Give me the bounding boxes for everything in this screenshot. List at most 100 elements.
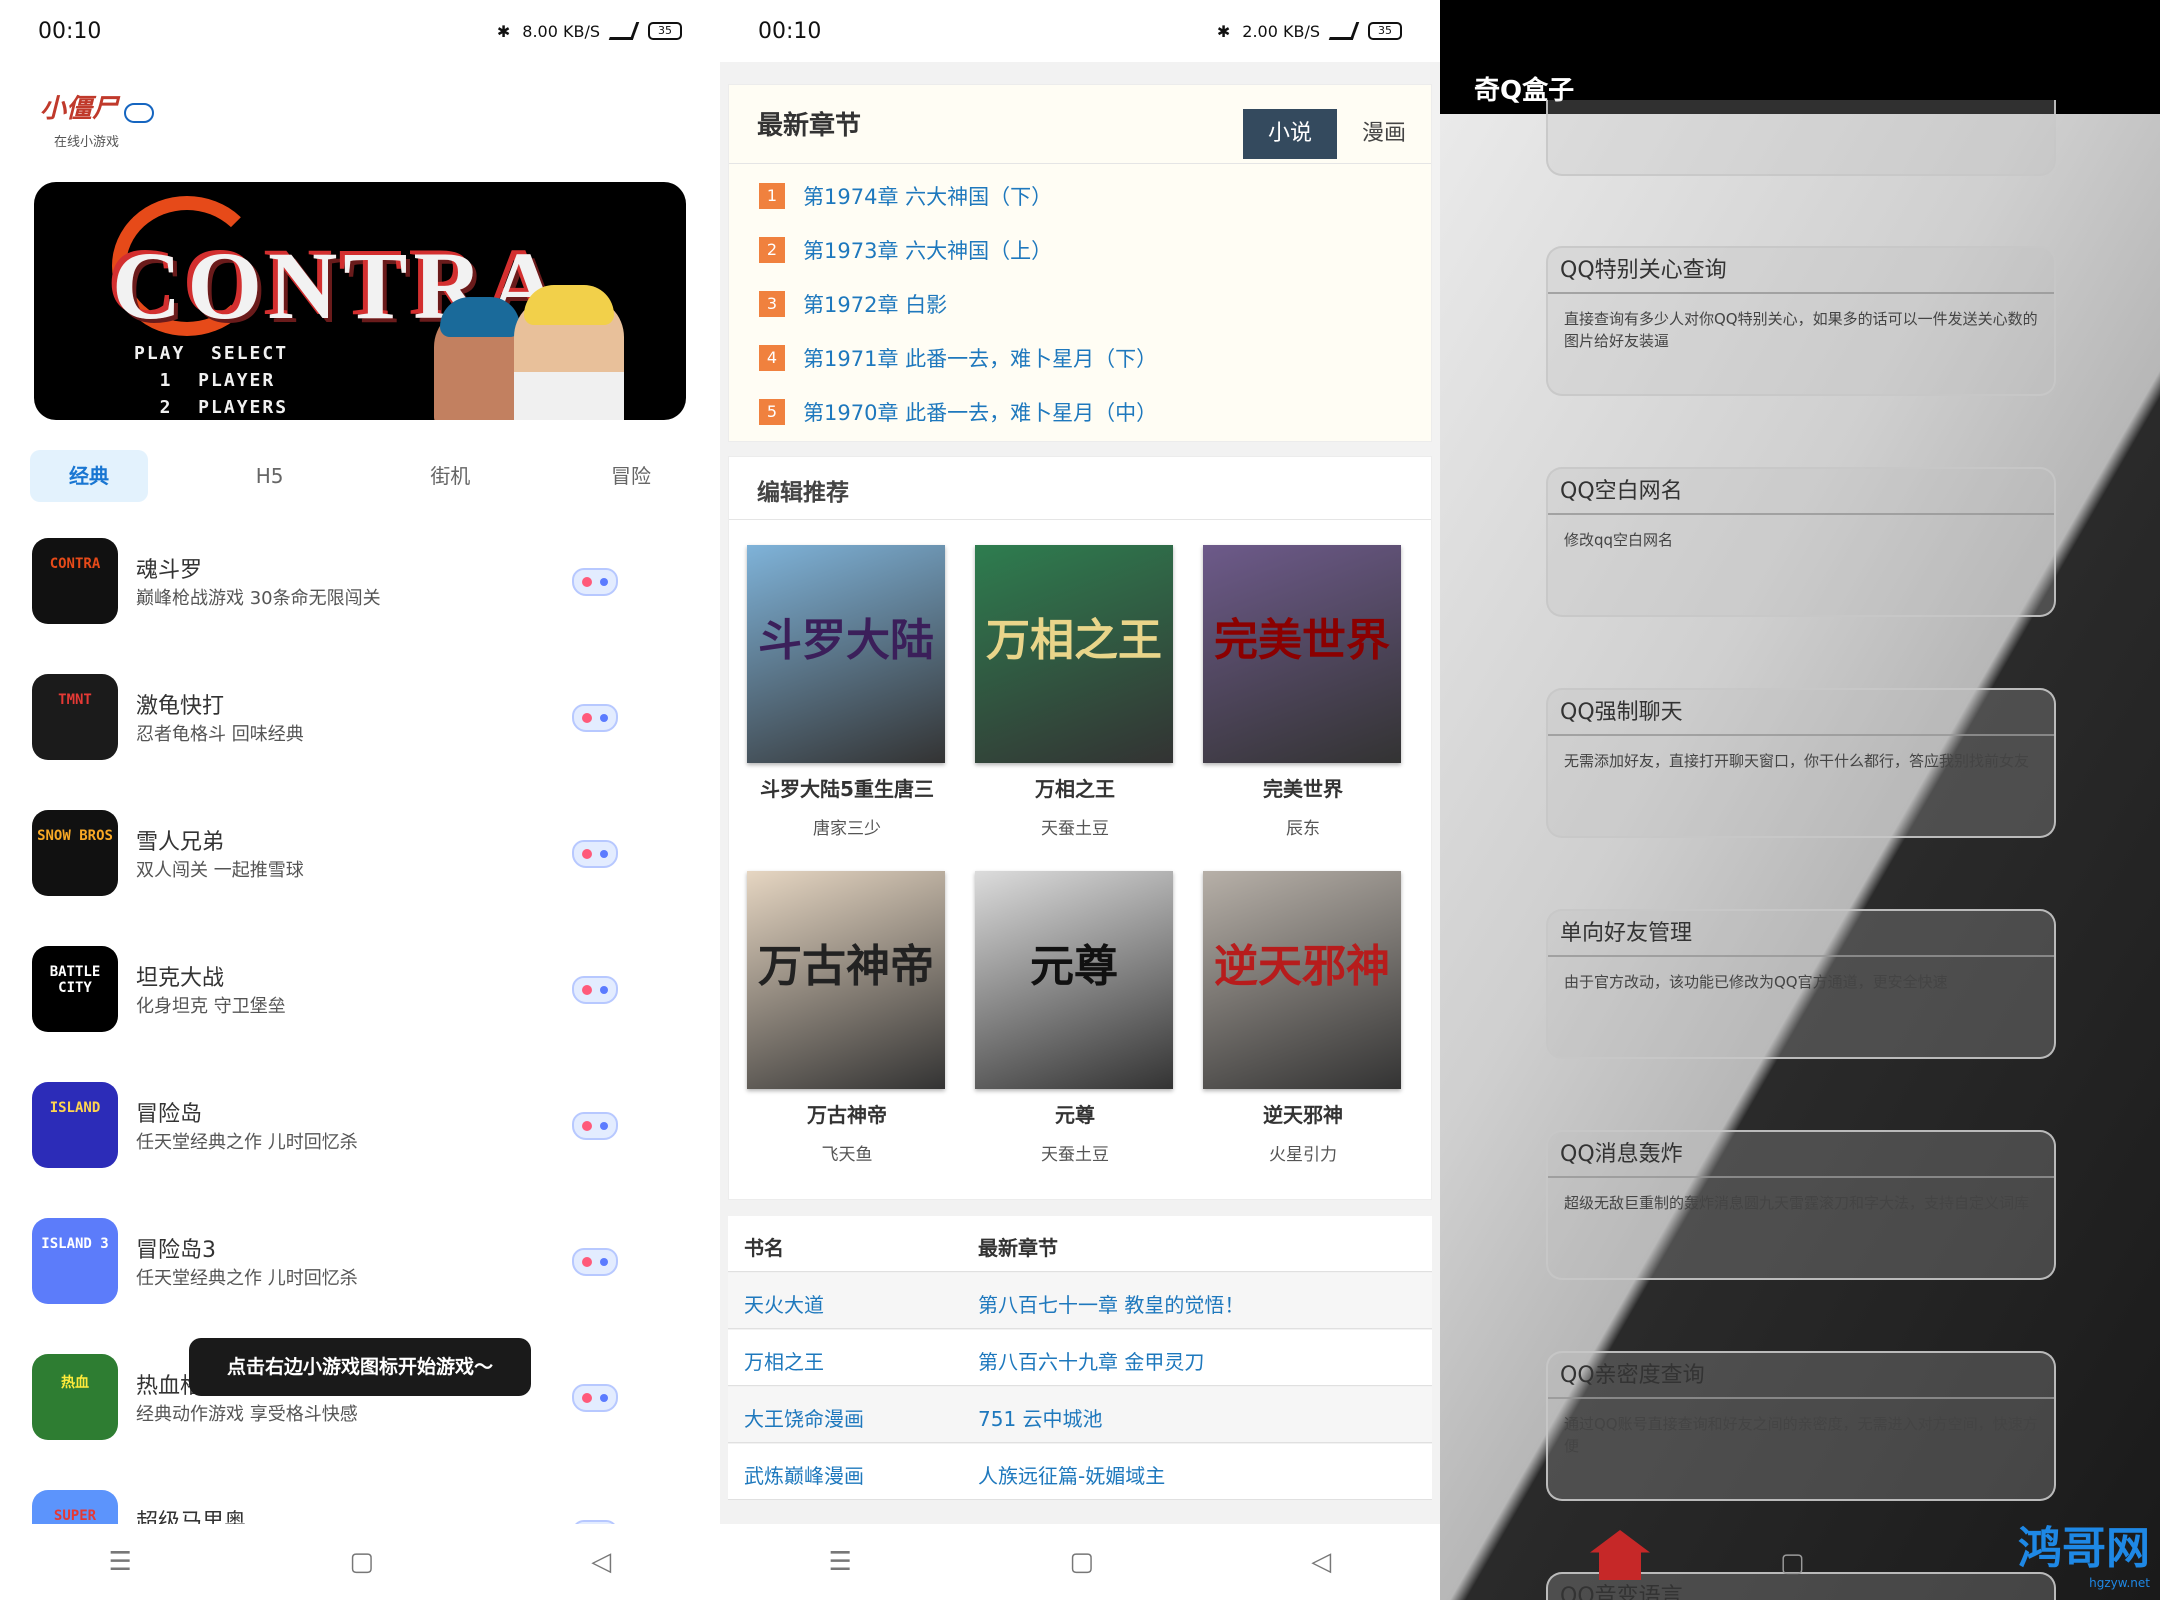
gamepad-icon[interactable]: [572, 1384, 618, 1412]
book-author: 火星引力: [1269, 1145, 1337, 1165]
book-item[interactable]: 逆天邪神 逆天邪神 火星引力: [1203, 871, 1403, 1165]
app-logo: 小僵尸 在线小游戏: [40, 88, 155, 150]
game-icon[interactable]: 热血: [32, 1354, 118, 1440]
book-item[interactable]: 完美世界 完美世界 辰东: [1203, 545, 1403, 839]
feature-card[interactable]: QQ亲密度查询 通过QQ账号直接查询和好友之间的亲密度，无需进入对方空间，快速方便: [1546, 1351, 2056, 1501]
chapter-link[interactable]: 第1974章 六大神国（下）: [803, 181, 1052, 211]
game-list-item[interactable]: BATTLE CITY 坦克大战 化身坦克 守卫堡垒: [32, 946, 672, 1036]
game-list-item[interactable]: SNOW BROS 雪人兄弟 双人闯关 一起推雪球: [32, 810, 672, 900]
chapter-link[interactable]: 第1973章 六大神国（上）: [803, 235, 1052, 265]
book-cover[interactable]: 万古神帝: [747, 871, 945, 1089]
row-book-name[interactable]: 大王饶命漫画: [744, 1403, 864, 1432]
feature-card[interactable]: QQ强制聊天 无需添加好友，直接打开聊天窗口，你干什么都行，答应我别找前女友: [1546, 688, 2056, 838]
book-name[interactable]: 完美世界: [1203, 773, 1403, 802]
game-list-item[interactable]: TMNT 激龟快打 忍者龟格斗 回味经典: [32, 674, 672, 764]
cover-title: 万相之王: [986, 615, 1162, 666]
gamepad-icon[interactable]: [572, 1112, 618, 1140]
row-latest-chapter[interactable]: 第八百七十一章 教皇的觉悟！: [978, 1289, 1244, 1318]
gamepad-icon[interactable]: [572, 568, 618, 596]
table-row[interactable]: 武炼巅峰漫画 人族远征篇-妩媚域主: [728, 1444, 1432, 1500]
book-cover[interactable]: 逆天邪神: [1203, 871, 1401, 1089]
game-icon[interactable]: ISLAND: [32, 1082, 118, 1168]
feature-card[interactable]: QQ消息轰炸超级无敌巨重制的轰炸消息圆九天雷霆滚刀和字大法，支持自定义词库: [1546, 1130, 2056, 1280]
game-icon-label: SNOW BROS: [37, 828, 113, 844]
bluetooth-icon: ✱: [496, 21, 511, 41]
chapter-item[interactable]: 3 第1972章 白影: [759, 289, 947, 319]
game-icon[interactable]: SNOW BROS: [32, 810, 118, 896]
bluetooth-icon: ✱: [1216, 21, 1231, 41]
book-name[interactable]: 逆天邪神: [1203, 1099, 1403, 1128]
book-item[interactable]: 万古神帝 万古神帝 飞天鱼: [747, 871, 947, 1165]
feature-title: 单向好友管理: [1548, 911, 2054, 957]
chapter-item[interactable]: 4 第1971章 此番一去，难卜星月（下）: [759, 343, 1157, 373]
game-icon[interactable]: ISLAND 3: [32, 1218, 118, 1304]
book-name[interactable]: 万古神帝: [747, 1099, 947, 1128]
feature-title: QQ特别关心查询: [1548, 248, 2054, 294]
cover-title: 斗罗大陆: [758, 615, 934, 666]
feature-title: QQ消息轰炸: [1548, 1132, 2054, 1178]
content-type-tabs: 小说 漫画: [1243, 109, 1431, 159]
book-name[interactable]: 斗罗大陆5重生唐三: [747, 773, 947, 802]
gamepad-icon[interactable]: [572, 704, 618, 732]
game-list-item[interactable]: ISLAND 冒险岛 任天堂经典之作 儿时回忆杀: [32, 1082, 672, 1172]
feature-card[interactable]: 单向好友管理 由于官方改动，该功能已修改为QQ官方通道，更安全快速: [1546, 909, 2056, 1059]
book-item[interactable]: 斗罗大陆 斗罗大陆5重生唐三 唐家三少: [747, 545, 947, 839]
chapter-item[interactable]: 2 第1973章 六大神国（上）: [759, 235, 1052, 265]
row-latest-chapter[interactable]: 第八百六十九章 金甲灵刀: [978, 1346, 1204, 1375]
featured-banner[interactable]: CONTRA PLAY SELECT 1 PLAYER 2 PLAYERS: [34, 182, 686, 420]
book-cover[interactable]: 完美世界: [1203, 545, 1401, 763]
tab-novel[interactable]: 小说: [1243, 109, 1337, 159]
row-book-name[interactable]: 武炼巅峰漫画: [744, 1460, 864, 1489]
col-book-name: 书名: [744, 1236, 784, 1260]
gamepad-icon[interactable]: [572, 840, 618, 868]
menu-nav-button[interactable]: ☰: [109, 1547, 132, 1577]
gamepad-icon[interactable]: [572, 1248, 618, 1276]
home-nav-button[interactable]: ▢: [349, 1547, 374, 1577]
menu-nav-button[interactable]: ☰: [829, 1547, 852, 1577]
game-list-item[interactable]: CONTRA 魂斗罗 巅峰枪战游戏 30条命无限闯关: [32, 538, 672, 628]
feature-card[interactable]: QQ空白网名 修改qq空白网名: [1546, 467, 2056, 617]
row-latest-chapter[interactable]: 人族远征篇-妩媚域主: [978, 1460, 1165, 1489]
table-row[interactable]: 万相之王 第八百六十九章 金甲灵刀: [728, 1330, 1432, 1386]
row-latest-chapter[interactable]: 751 云中城池: [978, 1403, 1103, 1432]
chapter-item[interactable]: 1 第1974章 六大神国（下）: [759, 181, 1052, 211]
game-icon[interactable]: BATTLE CITY: [32, 946, 118, 1032]
game-desc: 任天堂经典之作 儿时回忆杀: [136, 1268, 358, 1289]
row-book-name[interactable]: 万相之王: [744, 1346, 824, 1375]
feature-card[interactable]: QQ特别关心查询 直接查询有多少人对你QQ特别关心，如果多的话可以一件发送关心数的…: [1546, 246, 2056, 396]
book-name[interactable]: 元尊: [975, 1099, 1175, 1128]
hint-toast: 点击右边小游戏图标开始游戏～: [189, 1338, 531, 1396]
tab-h5[interactable]: H5: [211, 450, 329, 502]
tab-comic[interactable]: 漫画: [1337, 109, 1431, 159]
table-row[interactable]: 大王饶命漫画 751 云中城池: [728, 1387, 1432, 1443]
feature-desc: 超级无敌巨重制的轰炸消息圆九天雷霆滚刀和字大法，支持自定义词库: [1564, 1194, 2030, 1212]
tab-adventure[interactable]: 冒险: [572, 450, 690, 502]
game-icon[interactable]: TMNT: [32, 674, 118, 760]
feature-card-partial[interactable]: [1546, 100, 2056, 176]
gamepad-icon[interactable]: [572, 976, 618, 1004]
home-nav-button[interactable]: ▢: [1069, 1547, 1094, 1577]
game-icon[interactable]: CONTRA: [32, 538, 118, 624]
back-nav-button[interactable]: ◁: [1311, 1547, 1331, 1577]
game-desc: 化身坦克 守卫堡垒: [136, 996, 286, 1017]
book-name[interactable]: 万相之王: [975, 773, 1175, 802]
book-cover[interactable]: 万相之王: [975, 545, 1173, 763]
row-book-name[interactable]: 天火大道: [744, 1289, 824, 1318]
book-item[interactable]: 元尊 元尊 天蚕土豆: [975, 871, 1175, 1165]
book-author: 天蚕土豆: [1041, 1145, 1109, 1165]
chapter-link[interactable]: 第1971章 此番一去，难卜星月（下）: [803, 343, 1157, 373]
book-cover[interactable]: 元尊: [975, 871, 1173, 1089]
back-nav-button[interactable]: ◁: [591, 1547, 611, 1577]
chapter-item[interactable]: 5 第1970章 此番一去，难卜星月（中）: [759, 397, 1157, 427]
game-list-item[interactable]: ISLAND 3 冒险岛3 任天堂经典之作 儿时回忆杀: [32, 1218, 672, 1308]
tab-arcade[interactable]: 街机: [391, 450, 509, 502]
book-item[interactable]: 万相之王 万相之王 天蚕土豆: [975, 545, 1175, 839]
game-name: 冒险岛3: [136, 1238, 216, 1263]
chapter-link[interactable]: 第1972章 白影: [803, 289, 947, 319]
table-row[interactable]: 天火大道 第八百七十一章 教皇的觉悟！: [728, 1273, 1432, 1329]
home-nav-button[interactable]: ▢: [1780, 1548, 1805, 1578]
tab-classic[interactable]: 经典: [30, 450, 148, 502]
chapter-link[interactable]: 第1970章 此番一去，难卜星月（中）: [803, 397, 1157, 427]
system-nav-bar: ☰ ▢ ◁: [0, 1524, 720, 1600]
book-cover[interactable]: 斗罗大陆: [747, 545, 945, 763]
